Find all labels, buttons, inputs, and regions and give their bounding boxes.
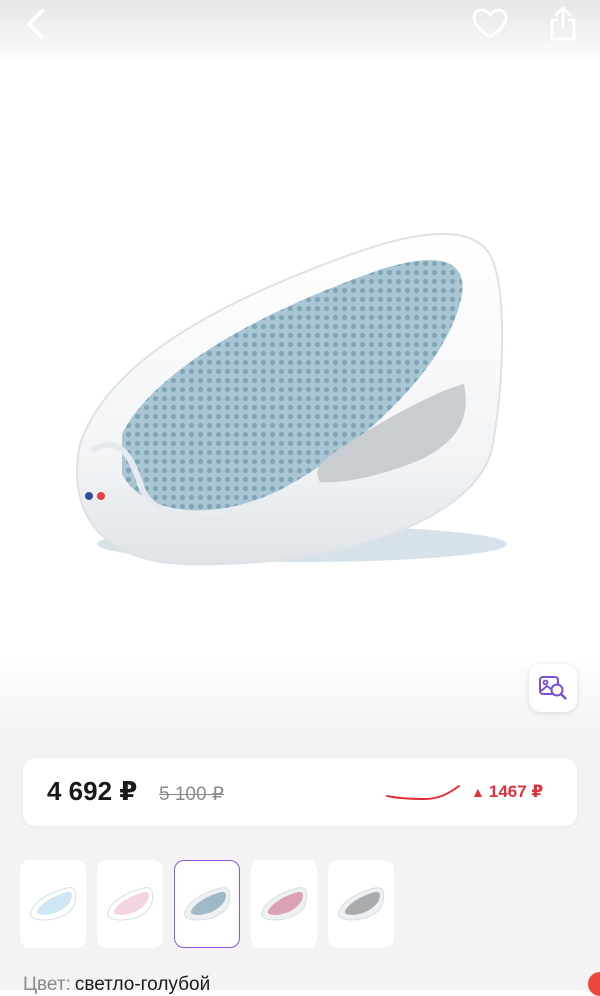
swatch-thumbnail [107,887,154,921]
price-history-sparkline [386,785,460,801]
swatch-thumbnail [338,887,385,921]
share-button[interactable] [540,0,586,46]
color-swatch-light-blue[interactable] [174,860,240,948]
heart-outline-icon [472,8,508,39]
product-gallery[interactable] [0,64,600,736]
favorite-button[interactable] [468,2,512,46]
old-price: 5 100 ₽ [159,784,224,805]
color-value: светло-голубой [74,974,211,995]
chevron-left-icon [27,9,44,39]
price-change: ▲ 1467 ₽ [471,782,543,802]
visual-search-button[interactable] [529,664,577,712]
color-swatch-pink-white[interactable] [97,860,163,948]
top-bar [0,0,600,64]
color-line: Цвет: светло-голубой [23,974,210,996]
color-swatch-pink[interactable] [251,860,317,948]
price-change-value: 1467 ₽ [488,782,544,801]
swatch-thumbnail [261,887,308,921]
color-swatch-light-blue-white[interactable] [20,860,86,948]
badge-dot[interactable] [588,972,600,996]
color-swatch-grey[interactable] [328,860,394,948]
swatch-thumbnail [30,887,77,921]
back-button[interactable] [14,2,58,46]
color-label: Цвет: [23,974,71,995]
product-image [76,233,507,566]
image-search-icon [539,676,567,700]
swatch-thumbnail [184,887,231,921]
arrow-up-icon: ▲ [471,784,485,800]
current-price: 4 692 ₽ [47,776,138,806]
share-icon [550,6,576,41]
product-info: 4 692 ₽ 5 100 ₽ ▲ 1467 ₽ Цвет: светло-голу… [0,736,600,996]
price-card[interactable]: 4 692 ₽ 5 100 ₽ ▲ 1467 ₽ [23,758,577,826]
